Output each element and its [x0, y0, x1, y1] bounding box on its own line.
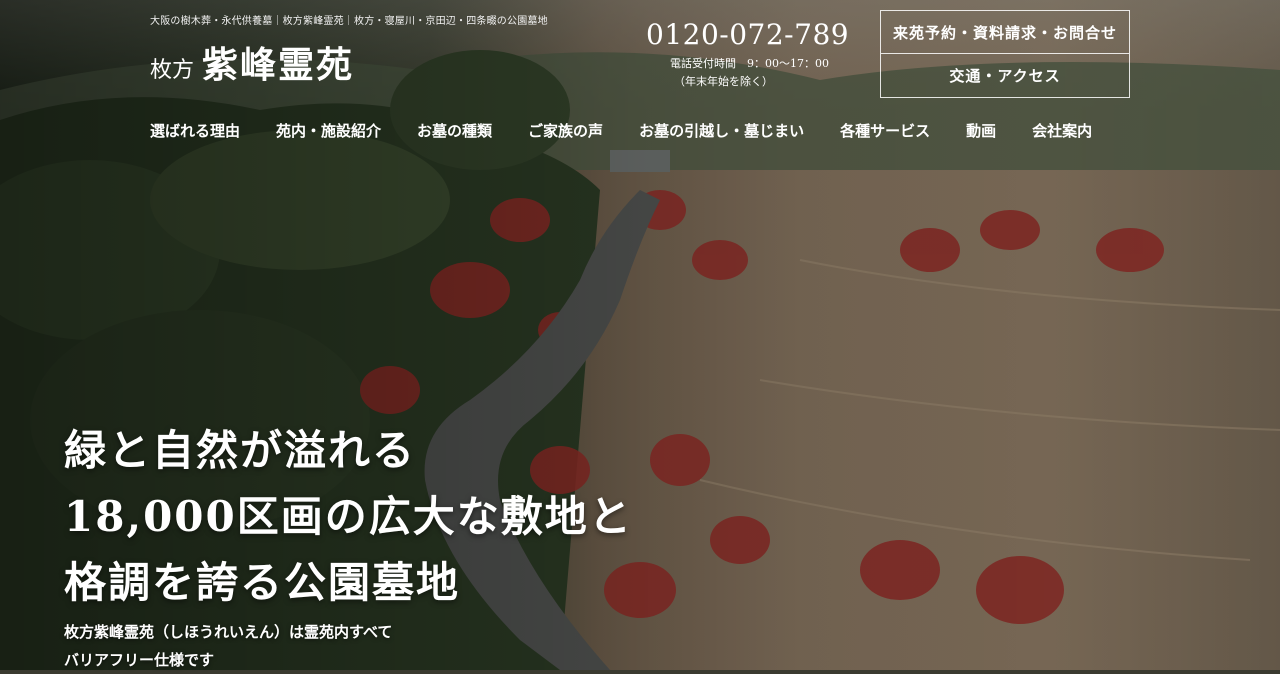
- nav-item-grave-relocation[interactable]: お墓の引越し・墓じまい: [639, 120, 804, 141]
- reservation-inquiry-button[interactable]: 来苑予約・資料請求・お問合せ: [881, 11, 1129, 53]
- nav-item-grave-types[interactable]: お墓の種類: [417, 120, 492, 141]
- phone-hours: 電話受付時間 9：00〜17：00: [670, 57, 829, 70]
- logo-prefix: 枚方: [150, 58, 195, 83]
- phone-contact: 0120-072-789 電話受付時間 9：00〜17：00 （年末年始を除く）: [646, 18, 849, 89]
- hero-subcopy-line: 枚方紫峰霊苑（しほうれいえん）は霊苑内すべて: [64, 623, 393, 641]
- phone-hours-note: （年末年始を除く）: [674, 75, 773, 88]
- nav-item-family-voices[interactable]: ご家族の声: [528, 120, 603, 141]
- hero-headline-line: 18,000区画の広大な敷地と: [64, 492, 633, 541]
- access-button[interactable]: 交通・アクセス: [881, 53, 1129, 97]
- header-cta-box: 来苑予約・資料請求・お問合せ 交通・アクセス: [880, 10, 1130, 98]
- nav-item-company[interactable]: 会社案内: [1032, 120, 1092, 141]
- nav-item-facilities[interactable]: 苑内・施設紹介: [276, 120, 381, 141]
- logo-name: 紫峰霊苑: [202, 44, 355, 86]
- hero-headline-line: 緑と自然が溢れる: [64, 426, 417, 475]
- phone-number-link[interactable]: 0120-072-789: [646, 18, 849, 51]
- nav-item-videos[interactable]: 動画: [966, 120, 996, 141]
- site-tagline: 大阪の樹木葬・永代供養墓｜枚方紫峰霊苑｜枚方・寝屋川・京田辺・四条畷の公園墓地: [150, 16, 548, 27]
- main-nav: 選ばれる理由 苑内・施設紹介 お墓の種類 ご家族の声 お墓の引越し・墓じまい 各…: [150, 120, 1092, 141]
- hero-headline-line: 格調を誇る公園墓地: [64, 558, 461, 607]
- site-logo[interactable]: 枚方 紫峰霊苑: [150, 36, 354, 88]
- hero-subcopy: 枚方紫峰霊苑（しほうれいえん）は霊苑内すべて バリアフリー仕様です: [64, 618, 392, 674]
- hero-headline: 緑と自然が溢れる 18,000区画の広大な敷地と 格調を誇る公園墓地: [64, 418, 633, 616]
- nav-item-reasons[interactable]: 選ばれる理由: [150, 120, 240, 141]
- nav-item-services[interactable]: 各種サービス: [840, 120, 930, 141]
